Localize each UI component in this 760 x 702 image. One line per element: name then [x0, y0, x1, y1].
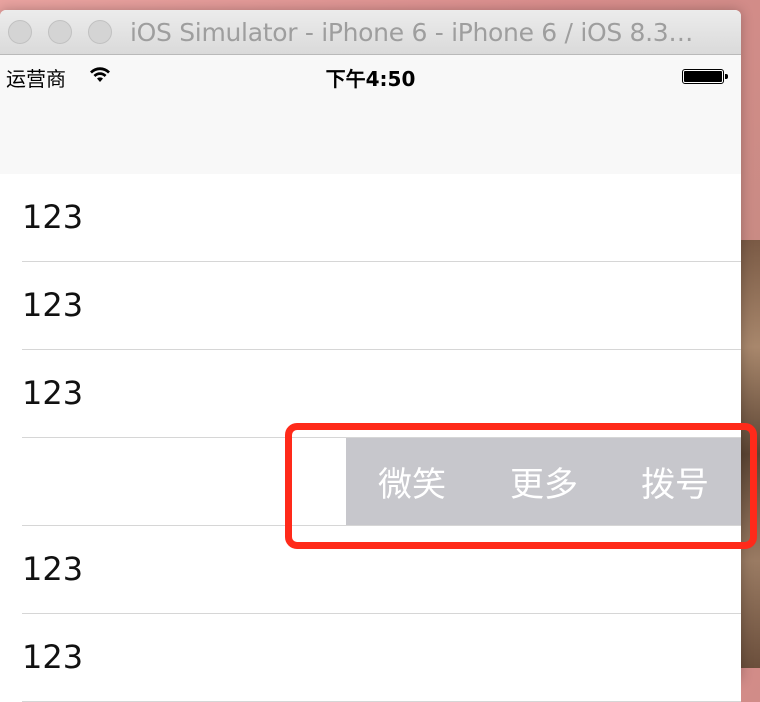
minimize-window-button[interactable]: [48, 20, 72, 44]
table-view[interactable]: 123 123 123 微笑 更多 拨号 123 123: [0, 174, 741, 702]
close-window-button[interactable]: [8, 20, 32, 44]
cell-label: 123: [22, 374, 84, 412]
window-titlebar: iOS Simulator - iPhone 6 - iPhone 6 / iO…: [0, 10, 741, 55]
table-row[interactable]: 123: [0, 614, 741, 702]
cell-label: 123: [22, 286, 84, 324]
cell-label: 123: [22, 550, 84, 588]
annotation-highlight-box: [285, 423, 757, 549]
table-row[interactable]: 123: [0, 174, 741, 262]
window-title: iOS Simulator - iPhone 6 - iPhone 6 / iO…: [130, 18, 694, 47]
cell-label: 123: [22, 638, 84, 676]
battery-icon: [682, 69, 728, 84]
navigation-bar: [0, 95, 741, 184]
cell-label: 123: [22, 198, 84, 236]
zoom-window-button[interactable]: [88, 20, 112, 44]
status-time: 下午4:50: [325, 67, 416, 91]
table-row[interactable]: 123: [0, 262, 741, 350]
status-bar: 运营商 下午4:50: [0, 55, 741, 95]
